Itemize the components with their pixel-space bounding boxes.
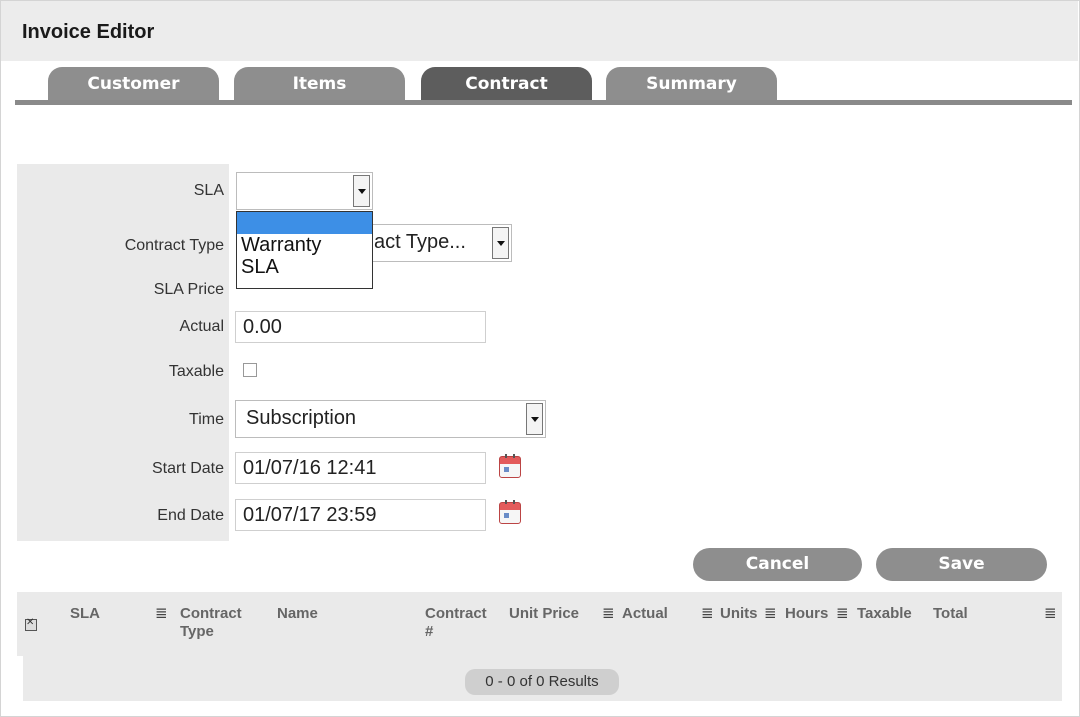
tab-contract[interactable]: Contract — [421, 67, 592, 101]
column-menu-icon[interactable]: ≣ — [764, 604, 777, 622]
form-label-panel — [17, 164, 229, 541]
dropdown-arrow-icon[interactable] — [353, 175, 370, 207]
sla-option-warranty[interactable]: Warranty — [237, 234, 372, 256]
sla-label: SLA — [193, 182, 224, 199]
sla-option-sla[interactable]: SLA — [237, 256, 372, 278]
sla-price-label: SLA Price — [153, 281, 224, 298]
column-header-taxable[interactable]: Taxable — [857, 605, 912, 623]
column-header-total[interactable]: Total — [933, 605, 968, 623]
start-date-input[interactable]: 01/07/16 12:41 — [235, 452, 486, 484]
end-date-label: End Date — [157, 507, 224, 524]
contract-type-label: Contract Type — [124, 237, 224, 254]
column-header-unit-price[interactable]: Unit Price — [509, 605, 579, 623]
time-select[interactable]: Subscription — [235, 400, 546, 438]
calendar-icon[interactable] — [499, 454, 521, 478]
calendar-icon[interactable] — [499, 500, 521, 524]
tab-divider — [15, 100, 1072, 105]
cancel-button[interactable]: Cancel — [693, 548, 862, 581]
column-header-name[interactable]: Name — [277, 605, 318, 623]
tab-summary[interactable]: Summary — [606, 67, 777, 101]
column-header-sla[interactable]: SLA — [70, 605, 100, 623]
start-date-label: Start Date — [151, 460, 224, 477]
column-menu-icon[interactable]: ≣ — [836, 604, 849, 622]
contract-type-select-value: act Type... — [374, 231, 466, 253]
end-date-input[interactable]: 01/07/17 23:59 — [235, 499, 486, 531]
sla-select[interactable] — [236, 172, 373, 210]
column-menu-icon[interactable]: ≣ — [602, 604, 615, 622]
column-header-contract-type[interactable]: Contract Type — [180, 605, 242, 641]
time-label: Time — [189, 411, 224, 428]
select-all-icon[interactable] — [25, 617, 37, 631]
sla-dropdown-list: Warranty SLA — [236, 211, 373, 289]
column-header-hours[interactable]: Hours — [785, 605, 828, 623]
dropdown-arrow-icon[interactable] — [526, 403, 543, 435]
time-select-value: Subscription — [246, 407, 357, 429]
column-header-actual[interactable]: Actual — [622, 605, 668, 623]
title-bar: Invoice Editor — [1, 1, 1078, 61]
dropdown-arrow-icon[interactable] — [492, 227, 509, 259]
column-header-units[interactable]: Units — [720, 605, 758, 623]
column-menu-icon[interactable]: ≣ — [1044, 604, 1057, 622]
tab-customer[interactable]: Customer — [48, 67, 219, 101]
results-table-header — [17, 592, 1062, 656]
column-menu-icon[interactable]: ≣ — [155, 604, 168, 622]
save-button[interactable]: Save — [876, 548, 1047, 581]
actual-input[interactable]: 0.00 — [235, 311, 486, 343]
actual-label: Actual — [179, 318, 224, 335]
tab-items[interactable]: Items — [234, 67, 405, 101]
sla-option-blank[interactable] — [237, 212, 372, 234]
column-header-contract-number[interactable]: Contract # — [425, 605, 487, 641]
taxable-checkbox[interactable] — [243, 363, 257, 377]
taxable-label: Taxable — [168, 363, 224, 380]
column-menu-icon[interactable]: ≣ — [701, 604, 714, 622]
results-count-badge: 0 - 0 of 0 Results — [465, 669, 619, 695]
page-title: Invoice Editor — [22, 21, 155, 43]
